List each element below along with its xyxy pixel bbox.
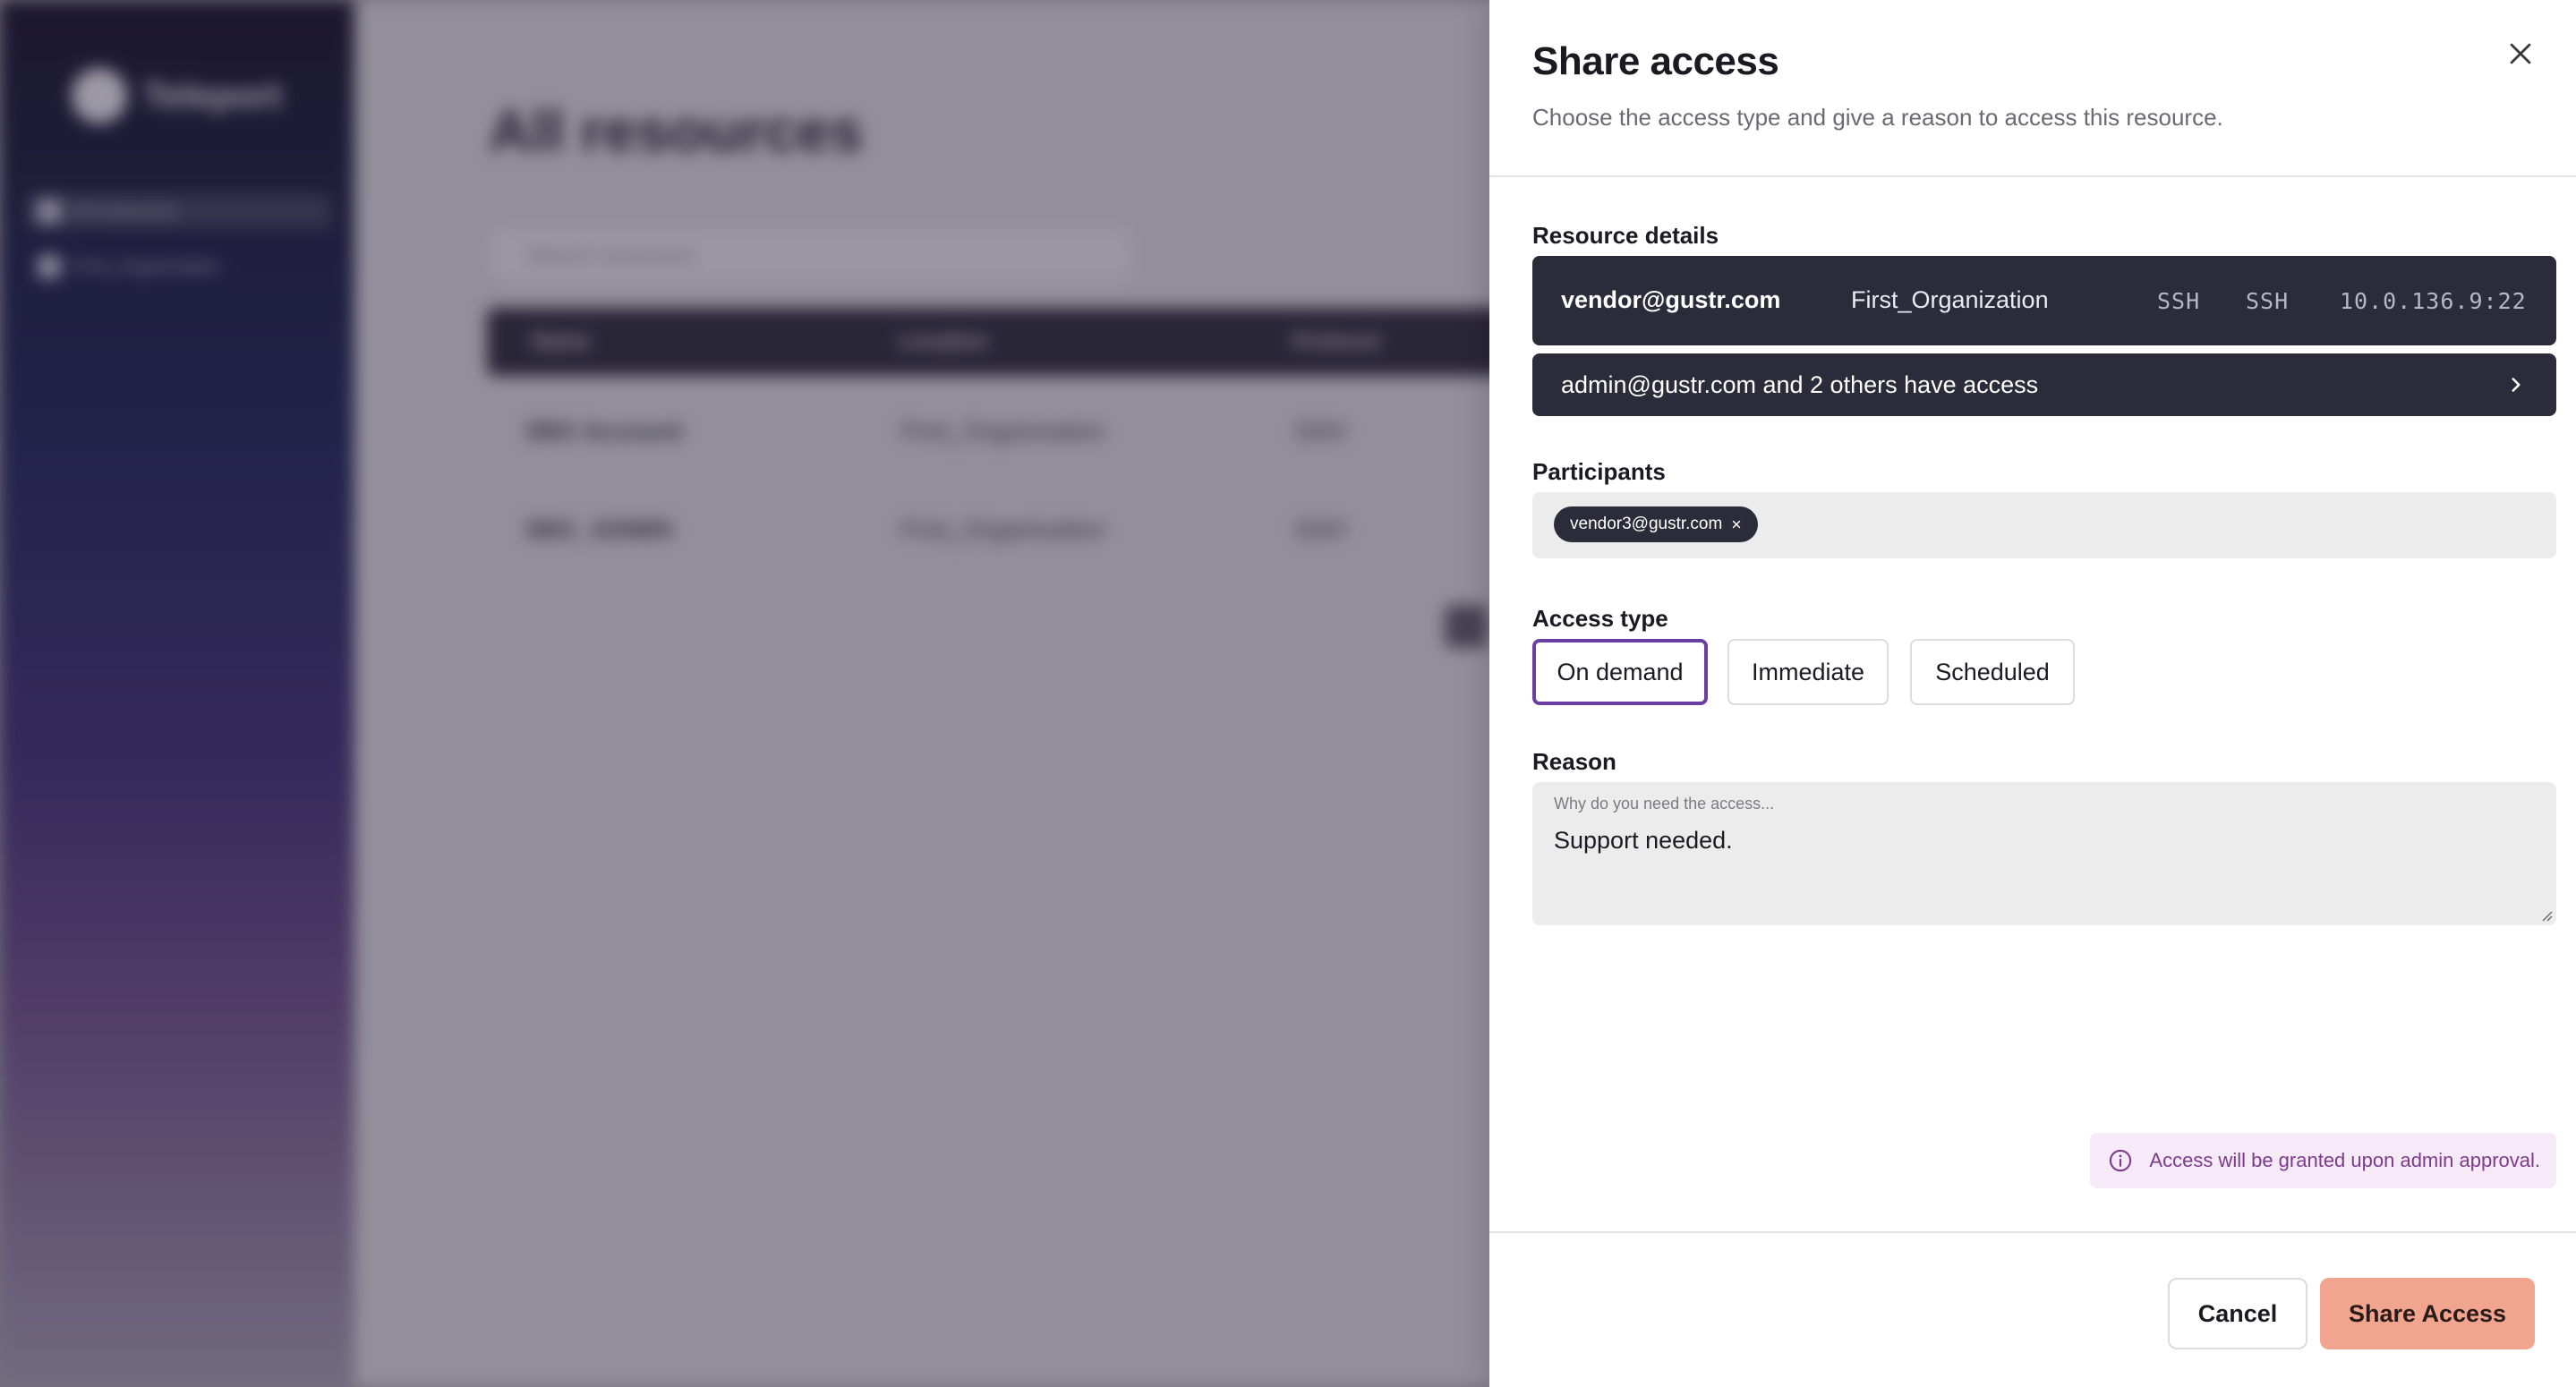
participants-input[interactable]: vendor3@gustr.com (1532, 492, 2556, 558)
resource-protocol: SSH (2157, 288, 2201, 314)
resize-grip-icon[interactable] (2538, 907, 2553, 922)
participant-chip-label: vendor3@gustr.com (1570, 515, 1723, 533)
resource-organization: First_Organization (1851, 286, 2049, 313)
access-type-scheduled[interactable]: Scheduled (1910, 639, 2075, 705)
chevron-right-icon (2512, 378, 2521, 392)
close-icon (2510, 43, 2531, 64)
drawer-footer: Cancel Share Access (1489, 1231, 2576, 1387)
cancel-button[interactable]: Cancel (2168, 1278, 2307, 1349)
approval-info-text: Access will be granted upon admin approv… (2149, 1149, 2540, 1171)
drawer-header: Share access Choose the access type and … (1489, 0, 2576, 177)
close-button[interactable] (2499, 32, 2542, 75)
resource-details-card: vendor@gustr.com First_Organization SSH … (1532, 256, 2556, 345)
share-access-button[interactable]: Share Access (2320, 1278, 2535, 1349)
access-type-immediate[interactable]: Immediate (1727, 639, 1889, 705)
remove-chip-icon (1733, 520, 1741, 529)
current-access-row[interactable]: admin@gustr.com and 2 others have access (1532, 353, 2556, 416)
participant-chip: vendor3@gustr.com (1554, 506, 1759, 542)
remove-chip-button[interactable] (1727, 506, 1745, 542)
access-type-on-demand[interactable]: On demand (1532, 639, 1708, 705)
reason-textarea[interactable]: Why do you need the access... Support ne… (1532, 782, 2556, 925)
resource-user: vendor@gustr.com (1561, 286, 1781, 313)
reason-value: Support needed. (1554, 827, 1733, 854)
current-access-summary: admin@gustr.com and 2 others have access (1561, 371, 2039, 398)
drawer-title: Share access (1532, 39, 1779, 83)
resource-details-label: Resource details (1532, 222, 1719, 249)
resource-address: 10.0.136.9:22 (2340, 288, 2527, 314)
share-access-drawer: Share access Choose the access type and … (1489, 0, 2576, 1387)
reason-label: Reason (1532, 748, 1616, 775)
participants-label: Participants (1532, 458, 1666, 485)
info-icon (2110, 1149, 2132, 1172)
access-type-label: Access type (1532, 605, 1668, 632)
drawer-subtitle: Choose the access type and give a reason… (1532, 104, 2223, 131)
approval-info-banner: Access will be granted upon admin approv… (2090, 1133, 2556, 1188)
reason-placeholder: Why do you need the access... (1554, 795, 1775, 813)
resource-type: SSH (2246, 288, 2290, 314)
